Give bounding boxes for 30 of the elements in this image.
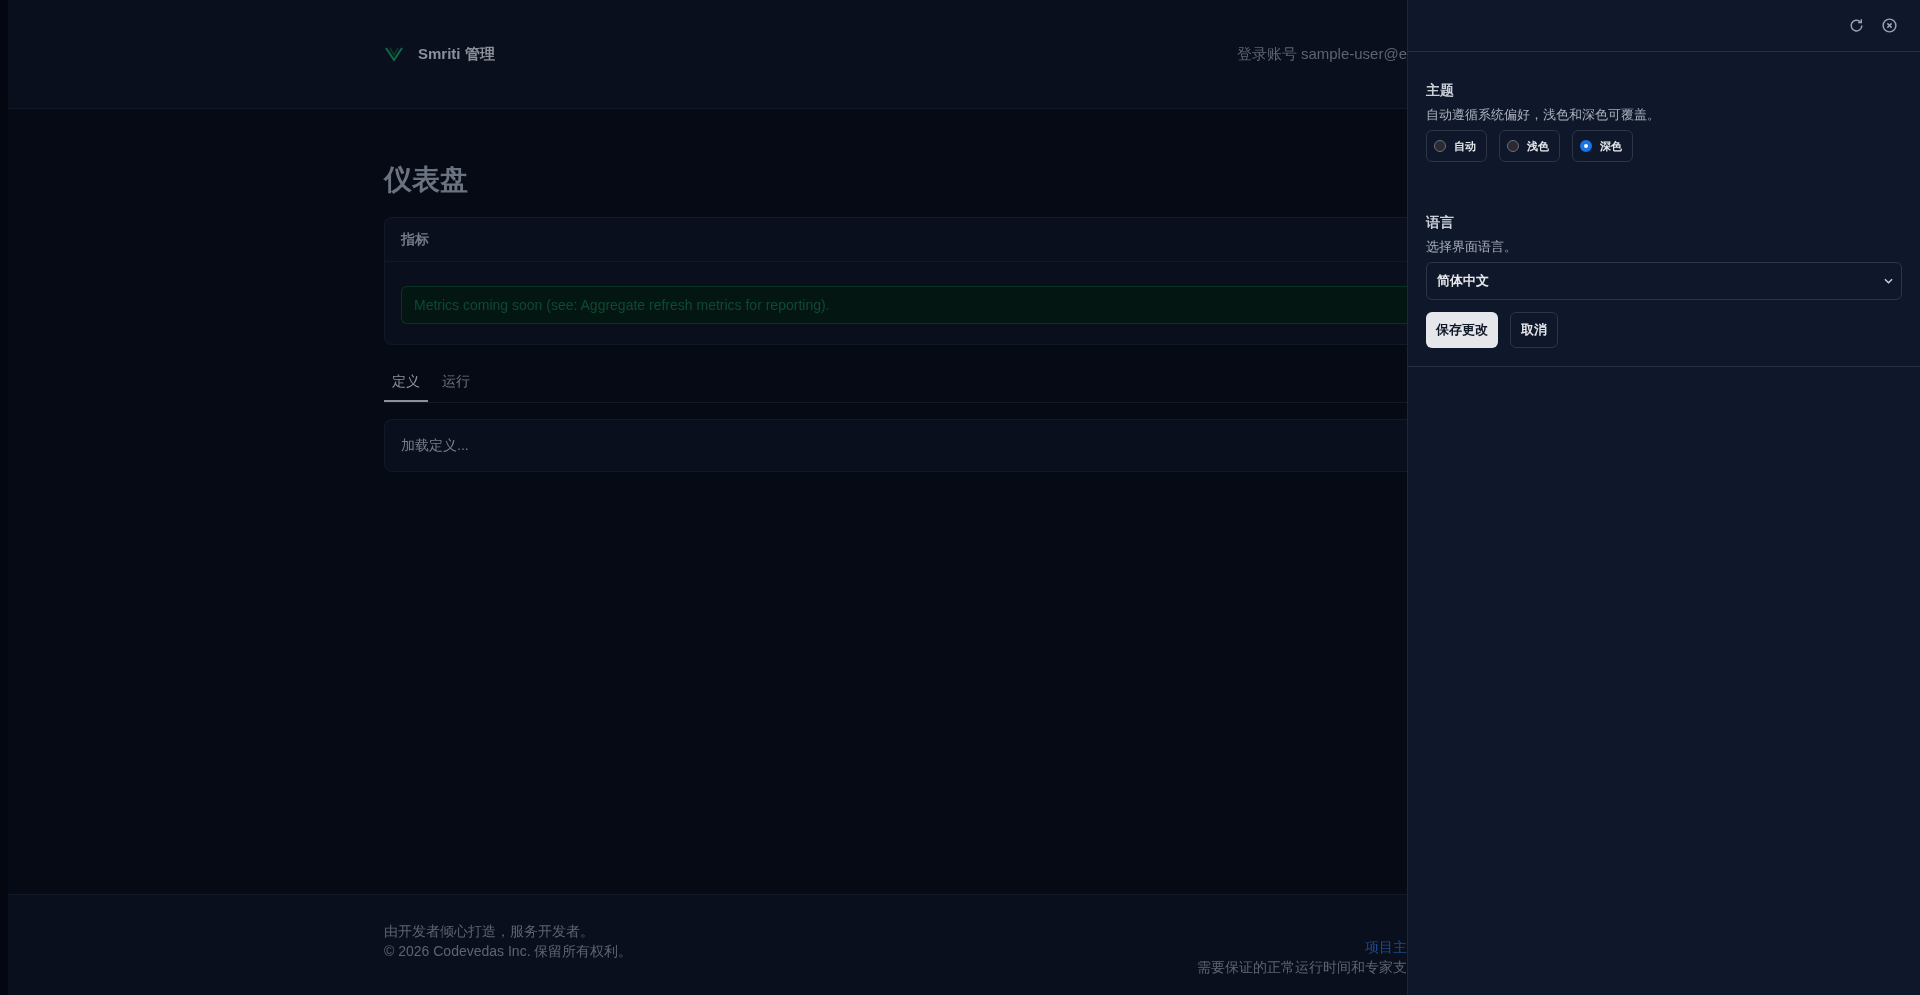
radio-button[interactable] [1507,140,1519,152]
close-icon[interactable] [1881,17,1898,34]
card-title: 指标 [401,231,429,247]
radio-button[interactable] [1434,140,1446,152]
support-text: 需要保证的正常运行时间和专家支 [1197,958,1407,977]
section-description: 自动遵循系统偏好，浅色和深色可覆盖。 [1426,106,1661,124]
footer-tagline: 由开发者倾心打造，服务开发者。 [384,922,595,941]
copyright-text: © 2026 Codevedas Inc. 保留所有权利。 [384,942,633,961]
section-title: 语言 [1426,214,1455,232]
option-label: 深色 [1600,138,1622,154]
language-select[interactable]: 简体中文 [1426,262,1902,300]
chevron-down-icon [1884,278,1893,284]
option-label: 自动 [1454,138,1476,154]
save-button[interactable]: 保存更改 [1426,312,1498,348]
cancel-button[interactable]: 取消 [1510,312,1558,348]
theme-option[interactable]: 深色 [1572,130,1633,162]
page-title: 仪表盘 [384,163,469,197]
account-label: 登录账号 sample-user@e [1236,44,1407,64]
option-label: 浅色 [1527,138,1549,154]
theme-option[interactable]: 自动 [1426,130,1487,162]
brand-name: Smriti 管理 [418,44,495,64]
theme-option[interactable]: 浅色 [1499,130,1560,162]
section-description: 选择界面语言。 [1426,238,1518,256]
section-title: 主题 [1426,82,1455,100]
tab[interactable]: 定义 [384,367,428,402]
logo-icon [384,46,404,62]
tab[interactable]: 运行 [434,367,478,402]
radio-button[interactable] [1580,140,1592,152]
refresh-icon[interactable] [1848,17,1865,34]
loading-text: 加载定义... [401,437,469,453]
